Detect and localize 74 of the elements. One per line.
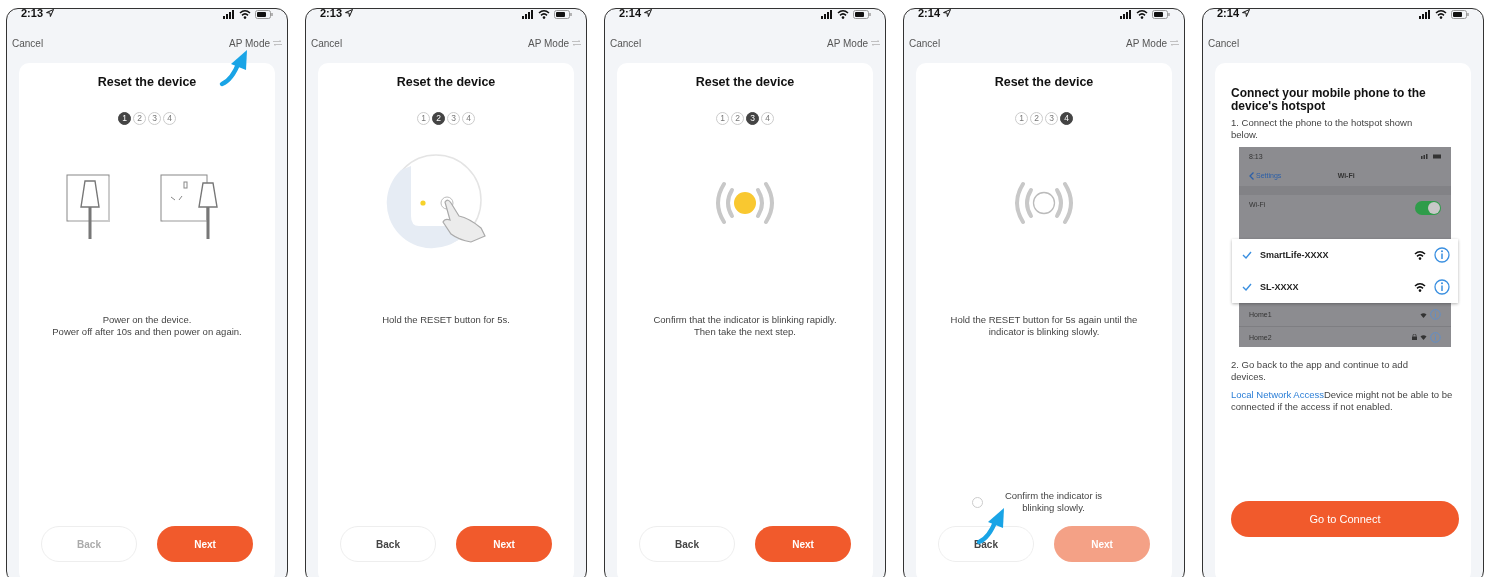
ap-mode-button[interactable]: AP Mode — [1126, 37, 1167, 49]
cancel-button[interactable]: Cancel — [311, 37, 343, 49]
screen-title: Reset the device — [994, 75, 1094, 91]
battery-icon — [1451, 9, 1469, 19]
network-name: SmartLife-XXXX — [1260, 250, 1330, 260]
wifi-icon — [1420, 334, 1427, 340]
cancel-button[interactable]: Cancel — [909, 37, 941, 49]
info-icon — [1430, 309, 1441, 320]
location-arrow-icon — [345, 9, 354, 17]
step-indicator: 3 — [746, 111, 759, 125]
signal-icon — [522, 9, 534, 19]
screen-title: Reset the device — [97, 75, 197, 91]
wifi-icon — [239, 9, 251, 19]
screen-title: Connect your mobile phone to the device's hotspot — [1231, 87, 1427, 113]
swap-icon — [273, 40, 282, 46]
screen-title: Reset the device — [396, 75, 496, 91]
location-arrow-icon — [644, 9, 653, 17]
location-arrow-icon — [46, 9, 55, 17]
cancel-button[interactable]: Cancel — [1208, 37, 1240, 49]
ap-mode-button[interactable]: AP Mode — [229, 37, 270, 49]
back-button[interactable]: Back — [639, 526, 735, 562]
instruction-text: Hold the RESET button for 5s again until the indicator is blinking slowly. — [949, 314, 1139, 338]
local-network-access-link[interactable]: Local Network Access — [1231, 389, 1324, 400]
screen-title: Reset the device — [695, 75, 795, 91]
status-time: 2:13 — [21, 9, 44, 19]
battery-icon — [554, 9, 572, 19]
location-arrow-icon — [943, 9, 952, 17]
wifi-icon — [1414, 250, 1426, 260]
battery-icon — [255, 9, 273, 19]
status-time: 2:13 — [320, 9, 343, 19]
step-indicator: 2 — [432, 111, 445, 125]
step-indicator: 4 — [1060, 111, 1073, 125]
confirm-label: Confirm the indicator is blinking slowly. — [1003, 490, 1104, 514]
status-time: 2:14 — [918, 9, 941, 19]
swap-icon — [572, 40, 581, 46]
battery-icon — [853, 9, 871, 19]
location-arrow-icon — [1242, 9, 1251, 17]
swap-icon — [871, 40, 880, 46]
wifi-icon — [1136, 9, 1148, 19]
status-time: 2:14 — [619, 9, 642, 19]
ap-mode-button[interactable]: AP Mode — [528, 37, 569, 49]
instruction-text: Power on the device. Power off after 10s and then power on again. — [52, 314, 242, 338]
access-note: Local Network AccessDevice might not be able to be connected if the access if not enabled. — [1231, 389, 1454, 413]
instruction-text: Hold the RESET button for 5s. — [381, 314, 511, 326]
ap-mode-button[interactable]: AP Mode — [827, 37, 868, 49]
info-icon — [1434, 247, 1450, 263]
network-row[interactable]: SmartLife-XXXX — [1232, 239, 1458, 271]
instruction-text: 2. Go back to the app and continue to add devices. — [1231, 359, 1409, 383]
step-indicator: 1 — [118, 111, 131, 125]
wifi-icon — [538, 9, 550, 19]
swap-icon — [1170, 40, 1179, 46]
status-time: 2:14 — [1217, 9, 1240, 19]
wifi-icon — [1435, 9, 1447, 19]
info-icon — [1434, 279, 1450, 295]
chevron-left-icon — [1249, 171, 1254, 180]
confirm-radio[interactable] — [972, 496, 983, 508]
battery-icon — [1152, 9, 1170, 19]
back-button[interactable]: Back — [340, 526, 436, 562]
info-icon — [1430, 331, 1441, 343]
signal-icon — [1120, 9, 1132, 19]
signal-icon — [223, 9, 235, 19]
signal-battery-icon — [1421, 153, 1441, 159]
cancel-button[interactable]: Cancel — [12, 37, 44, 49]
signal-icon — [821, 9, 833, 19]
cancel-button[interactable]: Cancel — [610, 37, 642, 49]
wifi-icon — [837, 9, 849, 19]
wifi-icon — [1420, 311, 1427, 318]
network-name: SL-XXXX — [1260, 282, 1300, 292]
instruction-text: 1. Connect the phone to the hotspot shown below. — [1231, 117, 1414, 141]
network-row[interactable]: SL-XXXX — [1232, 271, 1458, 303]
wifi-toggle[interactable] — [1415, 201, 1441, 215]
wifi-icon — [1414, 282, 1426, 292]
signal-icon — [1419, 9, 1431, 19]
instruction-text: Confirm that the indicator is blinking rapidly. Then take the next step. — [652, 314, 838, 338]
